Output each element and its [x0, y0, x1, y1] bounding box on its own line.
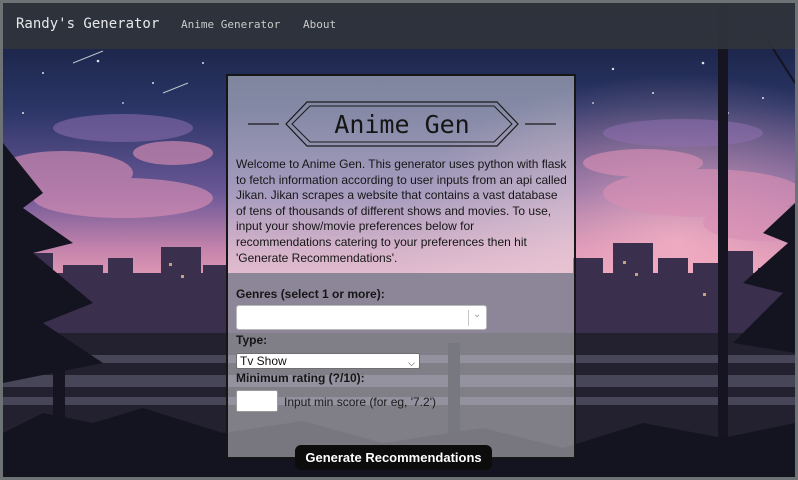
browser-viewport: Randy's Generator Anime Generator About … [0, 0, 798, 480]
min-score-hint: Input min score (for eg, '7.2') [284, 395, 436, 409]
chevron-down-icon: ⌵ [408, 358, 415, 368]
top-navbar: Randy's Generator Anime Generator About [3, 3, 795, 49]
intro-paragraph: Welcome to Anime Gen. This generator use… [236, 157, 567, 265]
min-score-input[interactable] [236, 390, 278, 412]
nav-link-about[interactable]: About [303, 18, 336, 31]
title-banner: Anime Gen [246, 100, 558, 148]
type-selected-value: Tv Show [240, 354, 287, 368]
brand-logo[interactable]: Randy's Generator [16, 16, 159, 32]
chevron-down-icon[interactable]: ⌄ [473, 309, 481, 320]
rating-label: Minimum rating (?/10): [236, 371, 365, 385]
type-label: Type: [236, 333, 268, 347]
genres-label: Genres (select 1 or more): [236, 287, 385, 301]
generator-card: Anime Gen Welcome to Anime Gen. This gen… [226, 74, 576, 459]
type-select[interactable]: Tv Show ⌵ [236, 353, 420, 369]
genres-multiselect[interactable]: ⌄ [236, 305, 487, 330]
genres-separator [468, 310, 469, 326]
generate-recommendations-button[interactable]: Generate Recommendations [295, 445, 492, 470]
page-title: Anime Gen [334, 110, 470, 139]
nav-link-anime-generator[interactable]: Anime Generator [181, 18, 280, 31]
